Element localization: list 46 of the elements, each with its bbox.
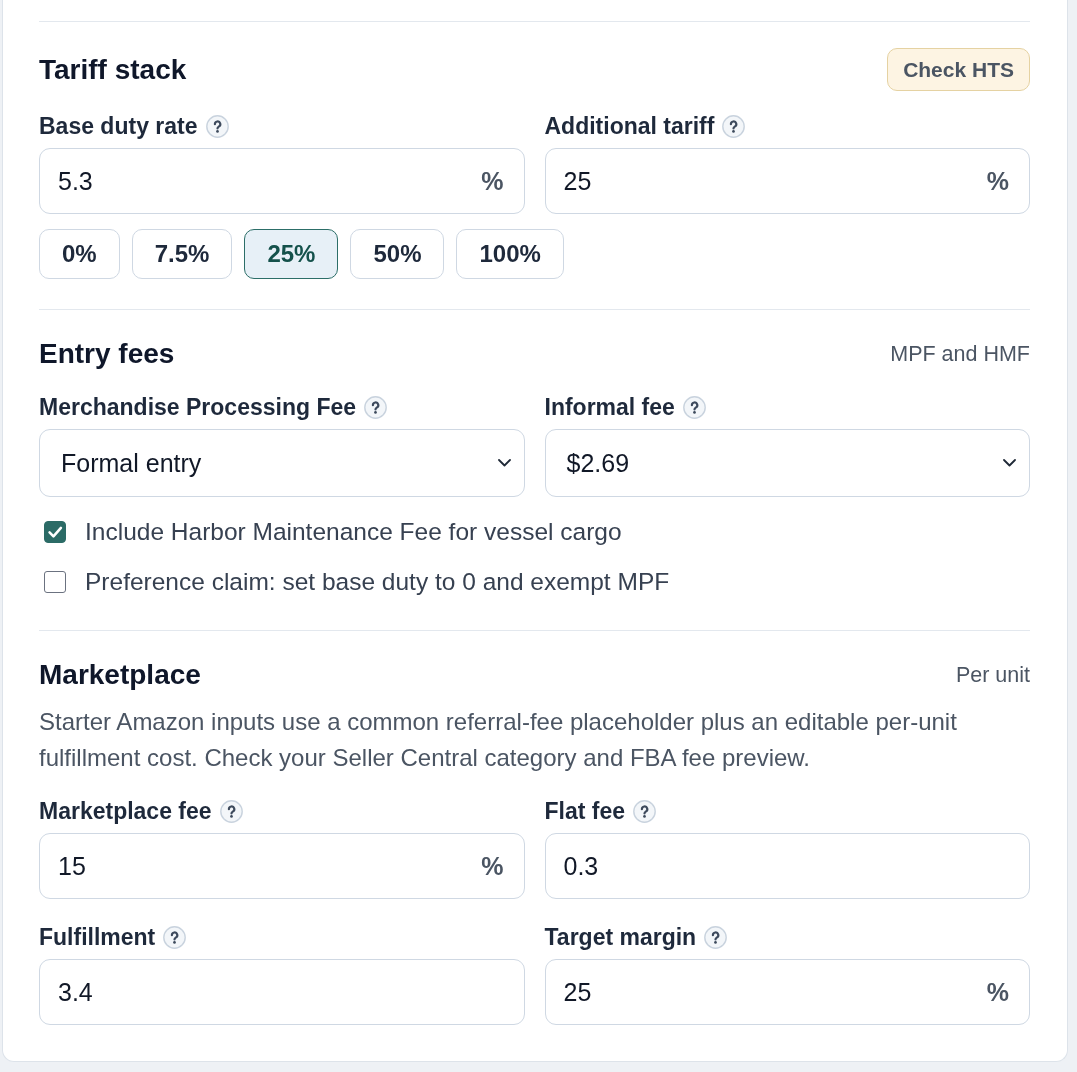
preset-button[interactable]: 7.5%: [131, 229, 233, 279]
help-icon[interactable]: [364, 395, 387, 419]
input-field[interactable]: 3.4: [39, 959, 525, 1025]
unit-label: %: [986, 166, 1009, 196]
field-label: Flat fee: [544, 797, 626, 825]
check-button[interactable]: Check HTS: [887, 48, 1030, 91]
preset-button[interactable]: 0%: [39, 229, 120, 279]
help-icon[interactable]: [163, 925, 187, 949]
help-icon[interactable]: [704, 925, 728, 949]
preset-button[interactable]: 25%: [244, 229, 339, 279]
preset-button[interactable]: 50%: [350, 229, 445, 279]
section-title: Marketplace: [39, 658, 201, 692]
input-field[interactable]: 5.3 %: [39, 148, 525, 214]
input-field[interactable]: 15 %: [39, 833, 525, 899]
checkbox[interactable]: [44, 521, 66, 543]
field-label: Merchandise Processing Fee: [39, 393, 356, 421]
checkbox-label[interactable]: Preference claim: set base duty to 0 and exempt MPF: [85, 568, 670, 596]
field-label: Target margin: [544, 923, 697, 951]
dropdown[interactable]: $2.69: [544, 429, 1030, 497]
chevron-icon: [497, 459, 511, 467]
field-label: Fulfillment: [39, 923, 156, 951]
help-icon[interactable]: [722, 114, 746, 138]
preset-button[interactable]: 100%: [456, 229, 564, 279]
help-icon[interactable]: [219, 799, 243, 823]
field-label: Additional tariff: [544, 112, 715, 140]
section-note: Per unit: [955, 662, 1030, 688]
input-field[interactable]: 25 %: [544, 959, 1030, 1025]
field-label: Base duty rate: [39, 112, 198, 140]
input-field[interactable]: 0.3: [544, 833, 1030, 899]
chevron-icon: [1003, 459, 1016, 467]
section-note: MPF and HMF: [890, 341, 1030, 367]
help-icon[interactable]: [682, 395, 706, 419]
checkbox[interactable]: [44, 571, 66, 593]
checkbox-label[interactable]: Include Harbor Maintenance Fee for vessel cargo: [85, 518, 622, 546]
field-label: Marketplace fee: [39, 797, 212, 825]
dropdown[interactable]: Formal entry: [39, 429, 525, 497]
section-title: Entry fees: [39, 337, 175, 371]
unit-label: %: [481, 851, 504, 881]
input-field[interactable]: 25 %: [544, 148, 1030, 214]
field-label: Informal fee: [544, 393, 675, 421]
help-icon[interactable]: [633, 799, 657, 823]
unit-label: %: [481, 166, 504, 196]
help-icon[interactable]: [205, 114, 229, 138]
section-description: Starter Amazon inputs use a common referral-fee placeholder plus an editable per-unit fulfillment cost. Check your Seller Central category and FBA fee preview.: [39, 707, 958, 773]
unit-label: %: [986, 977, 1009, 1007]
section-title: Tariff stack: [39, 52, 187, 87]
